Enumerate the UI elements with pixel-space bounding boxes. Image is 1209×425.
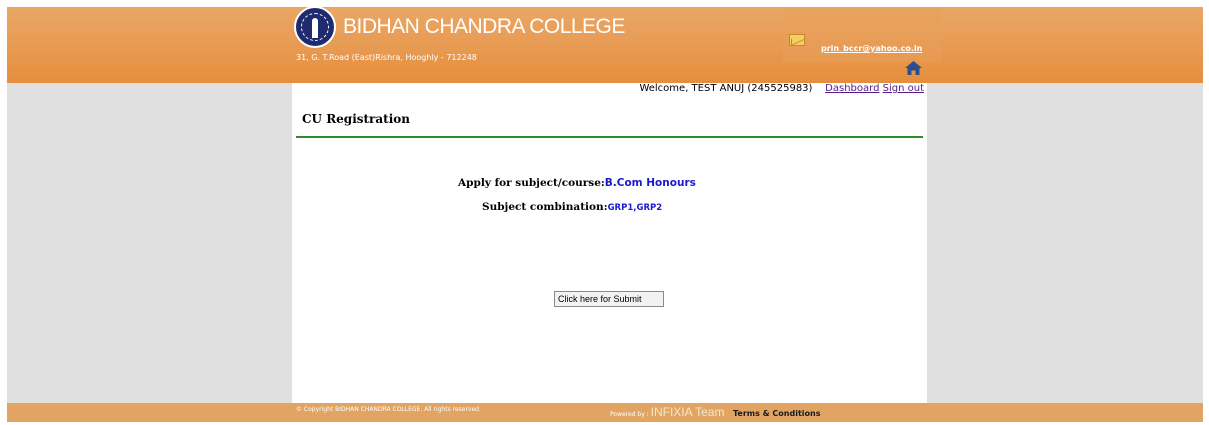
combination-row: Subject combination:GRP1,GRP2 [482,201,662,213]
email-link[interactable]: prin_bccr@yahoo.co.in [821,44,922,53]
welcome-text: Welcome, TEST ANUJ (245525983) [639,83,813,94]
college-address: 31, G. T.Road (East)Rishra, Hooghly - 71… [296,53,477,62]
powered-by-label: Powered by : [610,411,649,418]
combination-value: GRP1,GRP2 [607,203,663,213]
title-divider [296,136,923,138]
college-name: BIDHAN CHANDRA COLLEGE [343,15,625,38]
submit-button[interactable]: Click here for Submit [554,291,664,307]
mail-icon [789,34,805,46]
page-title: CU Registration [302,112,410,126]
logo-tower-icon [312,18,318,38]
dashboard-link[interactable]: Dashboard [825,83,879,94]
team-name: INFIXIA Team [650,405,725,419]
site-footer [7,403,1203,422]
user-bar: Welcome, TEST ANUJ (245525983) Dashboard… [639,83,924,94]
powered-by: Powered by : INFIXIA Team [610,405,724,419]
terms-link[interactable]: Terms & Conditions [733,409,820,418]
college-logo[interactable] [294,6,336,48]
home-icon[interactable] [905,61,922,75]
contact-box [783,7,941,62]
combination-label: Subject combination: [482,201,608,213]
signout-link[interactable]: Sign out [883,83,924,94]
copyright-text: © Copyright BIDHAN CHANDRA COLLEGE. All … [296,406,481,413]
main-content: Welcome, TEST ANUJ (245525983) Dashboard… [292,83,927,403]
right-gutter [927,83,1203,403]
subject-label: Apply for subject/course: [458,177,605,189]
subject-value: B.Com Honours [604,177,696,189]
subject-row: Apply for subject/course:B.Com Honours [458,177,696,189]
left-gutter [7,83,292,403]
